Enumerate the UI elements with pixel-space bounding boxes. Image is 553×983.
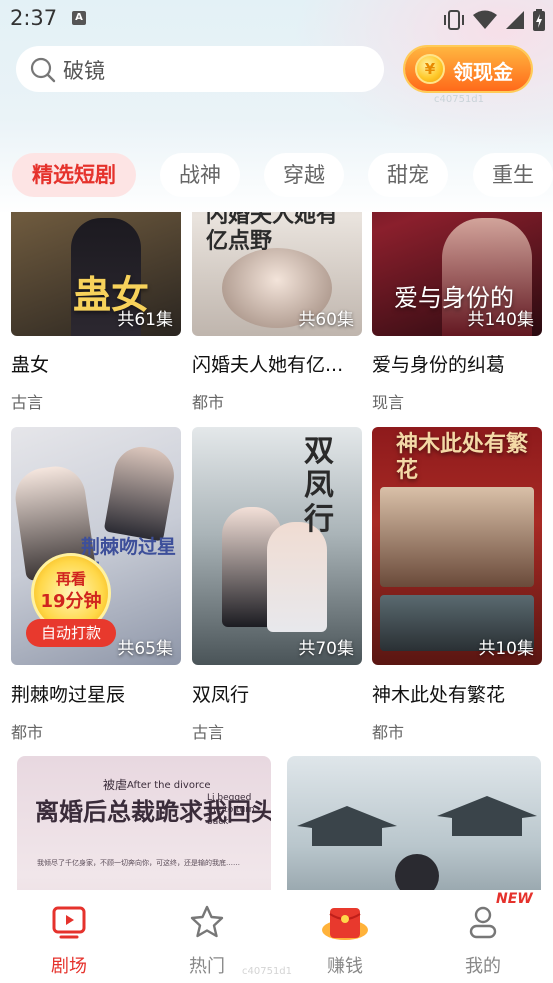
signal-icon	[506, 11, 524, 29]
tab-sweet[interactable]: 甜宠	[368, 153, 448, 197]
auto-payout-label: 自动打款	[26, 619, 116, 647]
drama-title: 爱与身份的纠葛	[372, 354, 506, 376]
tv-play-icon	[52, 906, 86, 939]
status-time: 2:37	[10, 6, 58, 30]
banner-english-1: After the divorce	[127, 780, 211, 791]
search-keyword: 破镜	[63, 59, 105, 83]
battery-icon	[533, 9, 545, 31]
drama-title: 荆棘吻过星辰	[11, 684, 126, 706]
drama-title: 神木此处有繁花	[372, 684, 506, 706]
drama-genre: 都市	[192, 393, 225, 412]
poster-title: 闪婚夫人她有亿点野	[206, 212, 339, 254]
status-icons	[443, 9, 545, 31]
watermark: c40751d1	[242, 966, 293, 977]
poster-title: 双凤行	[304, 434, 334, 537]
poster-scene	[380, 487, 534, 587]
poster-title: 神木此处有繁花	[396, 431, 529, 483]
claim-cash-button[interactable]: ¥ 领现金	[405, 47, 531, 91]
resume-line-2: 19分钟	[40, 591, 102, 612]
user-icon	[469, 906, 497, 939]
vibrate-icon	[444, 10, 464, 30]
nav-label: 赚钱	[327, 956, 363, 977]
new-badge: NEW	[496, 891, 533, 907]
drama-genre: 都市	[372, 723, 405, 742]
resume-line-1: 再看	[55, 570, 86, 588]
episode-count: 共60集	[298, 310, 354, 330]
nav-earn[interactable]: 赚钱	[276, 890, 414, 983]
drama-poster[interactable]: 闪婚夫人她有亿点野 共60集	[192, 212, 362, 336]
claim-cash-label: 领现金	[453, 60, 513, 84]
red-envelope-icon	[322, 908, 368, 940]
status-bar: 2:37 A	[0, 0, 553, 38]
drama-genre: 都市	[11, 723, 44, 742]
episode-count: 共140集	[467, 310, 534, 330]
star-icon	[190, 905, 224, 938]
nav-label: 剧场	[51, 956, 87, 977]
drama-genre: 古言	[192, 723, 225, 742]
tab-rebirth[interactable]: 重生	[473, 153, 553, 197]
drama-genre: 古言	[11, 393, 44, 412]
coin-icon: ¥	[415, 54, 445, 84]
search-box[interactable]: 破镜	[16, 46, 384, 92]
tab-featured[interactable]: 精选短剧	[12, 153, 136, 197]
drama-poster[interactable]: 蛊女 共61集	[11, 212, 181, 336]
poster-figure	[267, 522, 327, 632]
banner-english-2: Li begged me to turn back	[207, 793, 255, 827]
drama-banner-right[interactable]	[287, 756, 541, 890]
wifi-icon	[473, 10, 497, 29]
drama-title: 闪婚夫人她有亿...	[192, 354, 344, 376]
notification-a-icon: A	[72, 11, 86, 25]
drama-poster[interactable]: 爱与身份的 共140集	[372, 212, 542, 336]
drama-feed: 蛊女 共61集 蛊女 古言 闪婚夫人她有亿点野 共60集 闪婚夫人她有亿... …	[0, 212, 553, 890]
episode-count: 共70集	[298, 639, 354, 659]
tab-war-god[interactable]: 战神	[160, 153, 240, 197]
drama-banner-left[interactable]: 被虐 After the divorce 离婚后总裁跪求我回头 Li begge…	[17, 756, 271, 890]
pagoda-illustration	[297, 796, 537, 890]
category-tabs: 精选短剧 战神 穿越 甜宠 重生	[0, 153, 553, 199]
watermark: c40751d1	[434, 94, 485, 105]
banner-tag: 被虐	[103, 778, 128, 792]
episode-count: 共65集	[117, 639, 173, 659]
tab-time-travel[interactable]: 穿越	[264, 153, 344, 197]
poster-figure	[103, 442, 179, 542]
nav-label: 我的	[465, 956, 501, 977]
drama-poster[interactable]: 双凤行 共70集	[192, 427, 362, 665]
nav-theater[interactable]: 剧场	[0, 890, 138, 983]
episode-count: 共61集	[117, 310, 173, 330]
banner-subtitle: 我倾尽了千亿身家，不顾一切奔向你，可这终，还是输的我底……	[37, 859, 240, 867]
search-icon	[30, 57, 56, 83]
episode-count: 共10集	[478, 639, 534, 659]
drama-poster[interactable]: 神木此处有繁花 共10集	[372, 427, 542, 665]
drama-genre: 现言	[372, 393, 405, 412]
drama-title: 双凤行	[192, 684, 250, 706]
drama-title: 蛊女	[11, 354, 50, 376]
resume-reward-badge[interactable]: 再看 19分钟 自动打款	[26, 553, 116, 651]
